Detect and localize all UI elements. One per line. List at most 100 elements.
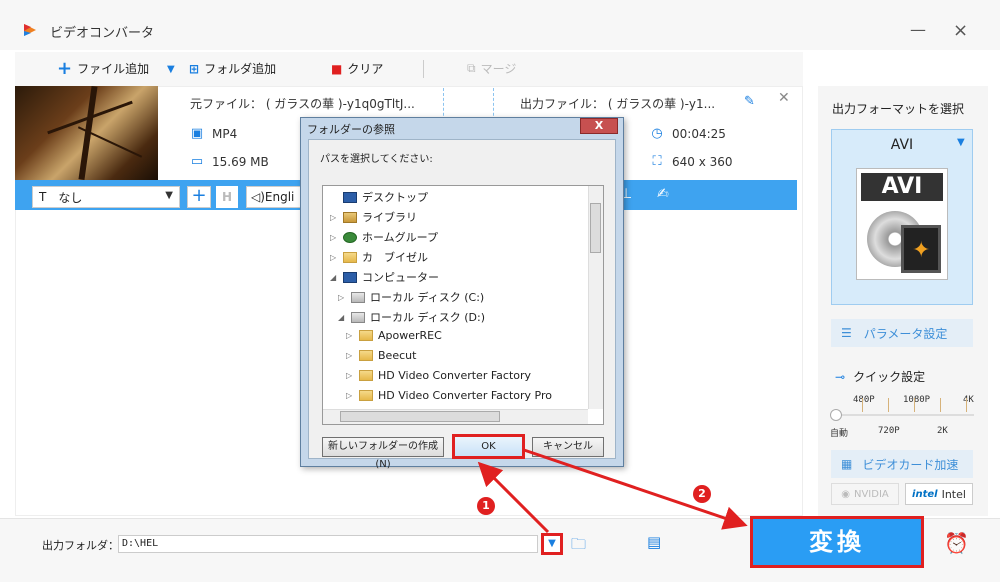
expand-arrow-icon[interactable]: ▷ [330, 253, 338, 262]
chevron-down-icon[interactable]: ▼ [957, 137, 965, 148]
format-value: MP4 [212, 126, 238, 141]
toolbar: + ファイル追加 ▼ ⊞ フォルダ追加 ■ クリア ⧉ マージ [15, 52, 803, 86]
slider-icon: ⊸ [835, 369, 846, 384]
tree-item-label: ホームグループ [362, 231, 439, 244]
source-size: ▭ 15.69 MB [190, 154, 269, 169]
film-folder-icon[interactable]: ▤ [647, 533, 661, 551]
video-thumbnail[interactable] [15, 86, 158, 180]
horizontal-scroll-thumb[interactable] [340, 411, 500, 422]
collapse-arrow-icon[interactable]: ◢ [338, 313, 346, 322]
expand-arrow-icon[interactable]: ▷ [338, 293, 346, 302]
folder-icon: ▭ [190, 154, 204, 169]
output-folder-input[interactable]: D:\HEL [118, 535, 538, 553]
tree-item-label: ローカル ディスク (C:) [370, 291, 485, 304]
parameter-settings-button[interactable]: ☰ パラメータ設定 [831, 319, 973, 347]
app-logo-icon [24, 24, 36, 36]
expand-arrow-icon[interactable]: ▷ [346, 371, 354, 380]
quality-slider-track[interactable] [836, 414, 974, 416]
step-badge-2: 2 [693, 485, 711, 503]
tree-item-folder[interactable]: ▷ ApowerREC [346, 329, 442, 342]
format-image-text: AVI [861, 173, 943, 201]
add-file-label: ファイル追加 [77, 62, 150, 76]
nvidia-toggle[interactable]: ◉ NVIDIA [831, 483, 899, 505]
output-folder-dropdown-button[interactable]: ▼ [541, 533, 563, 555]
remove-item-icon[interactable]: ✕ [778, 90, 790, 106]
tree-item-library[interactable]: ▷ ライブラリ [330, 209, 417, 225]
tree-item-drive-d[interactable]: ◢ ローカル ディスク (D:) [338, 309, 485, 325]
subtitle-select[interactable]: T なし ▼ [32, 186, 180, 208]
tree-item-computer[interactable]: ◢ コンピューター [330, 269, 439, 285]
quick-settings-title: ⊸ クイック設定 [835, 368, 925, 385]
slider-tick [966, 398, 967, 412]
tree-item-user[interactable]: ▷ カ ブイゼル [330, 249, 428, 265]
video-file-icon: ▣ [190, 126, 204, 141]
folder-icon [359, 370, 373, 381]
resolution-icon: ⛶ [652, 154, 662, 169]
pencil-icon[interactable]: ✎ [744, 94, 755, 109]
quality-slider-handle[interactable] [830, 409, 842, 421]
expand-arrow-icon[interactable]: ▷ [346, 331, 354, 340]
tree-item-desktop[interactable]: デスクトップ [330, 189, 428, 205]
intel-logo-icon: intel [912, 488, 938, 500]
vertical-scroll-thumb[interactable] [590, 203, 601, 253]
merge-label: マージ [480, 62, 517, 76]
slider-tick [940, 398, 941, 412]
output-file-label: 出力ファイル： ( ガラスの華 )-y1... [520, 97, 716, 111]
folder-icon [359, 330, 373, 341]
step-badge-1: 1 [477, 497, 495, 515]
clear-button[interactable]: ■ クリア [331, 60, 383, 77]
intel-toggle[interactable]: intel Intel [905, 483, 973, 505]
audio-track-select[interactable]: ◁)Engli [246, 186, 306, 208]
dialog-close-button[interactable]: X [580, 118, 618, 134]
tree-item-label: HD Video Converter Factory Pro [378, 389, 552, 402]
tree-item-drive-c[interactable]: ▷ ローカル ディスク (C:) [338, 289, 484, 305]
source-file-label: 元ファイル： ( ガラスの華 )-y1q0gTltJ... [190, 97, 415, 111]
close-icon[interactable]: × [953, 20, 968, 41]
user-folder-icon [343, 251, 357, 263]
expand-arrow-icon[interactable]: ▷ [330, 233, 338, 242]
new-folder-button[interactable]: 新しいフォルダーの作成(N) [322, 437, 444, 470]
slider-tick-label: 自動 [830, 429, 849, 439]
hardsub-icon[interactable]: H [216, 186, 238, 208]
drive-icon [351, 291, 365, 303]
tree-item-folder[interactable]: ▷ HD Video Converter Factory [346, 369, 531, 382]
ok-button[interactable]: OK [452, 434, 525, 459]
tree-item-label: Beecut [378, 349, 417, 362]
add-file-dropdown-icon[interactable]: ▼ [167, 64, 175, 75]
output-format-title: 出力フォーマットを選択 [832, 102, 965, 116]
tree-item-folder[interactable]: ▷ HD Video Converter Factory Pro [346, 389, 552, 402]
minimize-icon[interactable]: — [910, 20, 926, 39]
film-icon: ✦ [901, 225, 941, 273]
folder-plus-icon: ⊞ [189, 61, 200, 76]
tree-item-label: ローカル ディスク (D:) [370, 311, 485, 324]
expand-arrow-icon[interactable]: ▷ [346, 351, 354, 360]
cancel-button[interactable]: キャンセル [532, 437, 604, 457]
add-folder-button[interactable]: ⊞ フォルダ追加 [189, 60, 276, 77]
tree-item-folder[interactable]: ▷ Beecut [346, 349, 416, 362]
edit-icon[interactable]: ✍ [657, 186, 669, 202]
plus-icon: + [57, 57, 73, 79]
add-file-button[interactable]: + ファイル追加 [57, 57, 150, 79]
slider-tick [862, 398, 863, 412]
open-folder-icon[interactable]: 🗀 [571, 534, 586, 559]
slider-tick [914, 398, 915, 412]
duration-value: 00:04:25 [672, 126, 726, 141]
clock-icon: ◷ [651, 126, 663, 141]
nvidia-label: NVIDIA [853, 488, 889, 500]
add-subtitle-button[interactable]: + [187, 186, 211, 208]
alarm-clock-icon[interactable]: ⏰ [944, 531, 969, 555]
gpu-label: ビデオカード加速 [862, 457, 959, 472]
convert-button[interactable]: 変換 [750, 516, 924, 568]
slider-tick-label: 480P [853, 395, 875, 405]
source-format: ▣ MP4 [190, 126, 237, 141]
expand-arrow-icon[interactable]: ▷ [330, 213, 338, 222]
merge-button[interactable]: ⧉ マージ [467, 60, 516, 77]
folder-icon [359, 350, 373, 361]
gpu-acceleration-button[interactable]: ▦ ビデオカード加速 [831, 450, 973, 478]
sliders-icon: ☰ [841, 326, 852, 340]
tree-item-homegroup[interactable]: ▷ ホームグループ [330, 229, 438, 245]
duration: ◷ 00:04:25 [650, 126, 726, 141]
collapse-arrow-icon[interactable]: ◢ [330, 273, 338, 282]
drive-icon [351, 311, 365, 323]
expand-arrow-icon[interactable]: ▷ [346, 391, 354, 400]
